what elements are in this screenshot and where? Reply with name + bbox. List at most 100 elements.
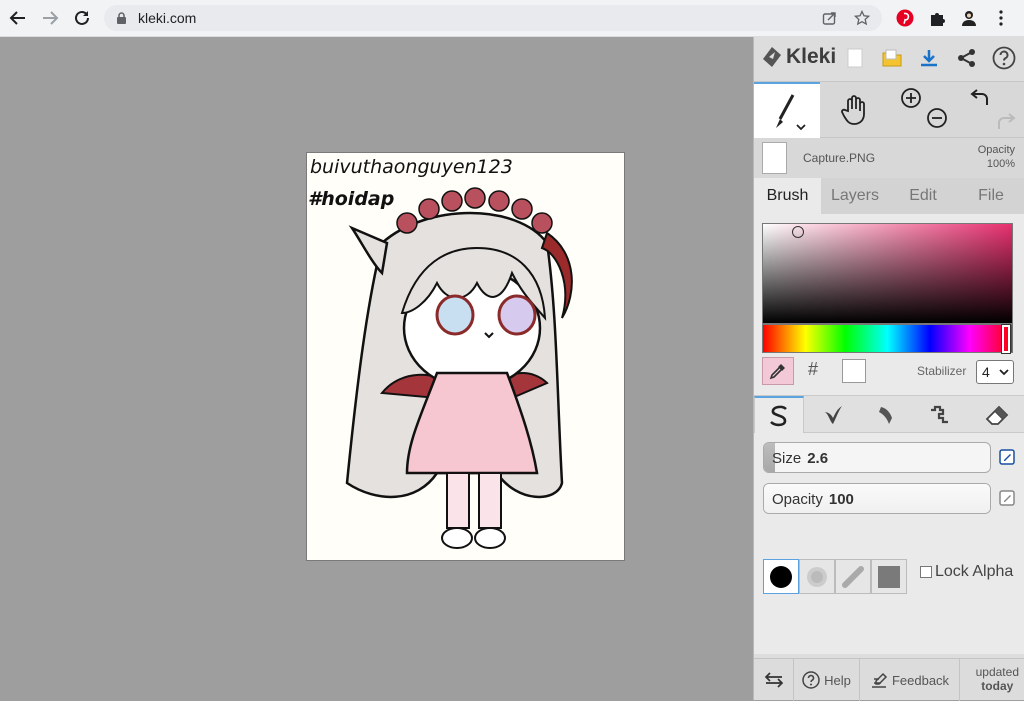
arrow-left-icon <box>9 11 25 25</box>
opacity-pen-pressure-toggle[interactable] <box>998 489 1016 507</box>
handwriting-line1: buivuthaonguyen123 <box>310 156 513 178</box>
zoom-in-icon[interactable] <box>900 87 922 109</box>
layer-preview-row: Capture.PNG Opacity 100% <box>754 138 1024 178</box>
hue-slider[interactable] <box>762 324 1013 354</box>
browser-menu-button[interactable] <box>991 8 1011 28</box>
square-brush-shape[interactable] <box>871 559 907 594</box>
zoom-out-icon[interactable] <box>926 107 948 129</box>
url-text: kleki.com <box>138 10 197 26</box>
hex-input-button[interactable]: # <box>808 359 818 380</box>
open-folder-icon <box>882 49 902 67</box>
eyedropper-button[interactable] <box>762 357 794 385</box>
drawing-canvas[interactable]: buivuthaonguyen123 #hoidap <box>306 152 625 561</box>
share-icon[interactable] <box>822 11 837 26</box>
opacity-value: 100 <box>828 491 854 508</box>
tab-layers[interactable]: Layers <box>821 178 889 214</box>
tab-edit[interactable]: Edit <box>889 178 957 214</box>
star-icon[interactable] <box>854 10 870 26</box>
size-slider[interactable]: Size 2.6 <box>763 442 991 473</box>
opacity-slider-text: Opacity 100 <box>772 491 854 508</box>
pinterest-extension[interactable] <box>895 8 915 28</box>
updated-line2: today <box>981 679 1014 693</box>
arrow-right-icon <box>43 11 59 25</box>
swap-sidebar-button[interactable] <box>754 659 794 701</box>
panel-tabs: Brush Layers Edit File <box>754 178 1024 214</box>
updated-badge[interactable]: updated today <box>976 665 1019 693</box>
layer-opacity-label: Opacity <box>977 144 1015 156</box>
undo-icon[interactable] <box>969 88 991 110</box>
hand-tool-button[interactable] <box>820 82 888 138</box>
size-pen-pressure-toggle[interactable] <box>998 448 1016 466</box>
soft-brush-shape[interactable] <box>799 559 835 594</box>
open-button[interactable] <box>879 45 905 71</box>
extensions-button[interactable] <box>927 8 947 28</box>
tab-brush[interactable]: Brush <box>754 178 821 214</box>
lock-alpha-checkbox[interactable] <box>920 566 932 578</box>
new-image-icon <box>847 48 863 68</box>
profile-button[interactable] <box>959 8 979 28</box>
app-topbar: Kleki <box>754 37 1024 82</box>
swap-arrows-icon <box>764 672 783 688</box>
kebab-menu-icon <box>999 10 1003 26</box>
download-icon <box>921 50 937 67</box>
feedback-button[interactable]: Feedback <box>860 659 960 701</box>
blend-brush-button[interactable] <box>808 396 858 433</box>
stabilizer-label: Stabilizer <box>917 364 967 378</box>
reload-button[interactable] <box>71 7 93 29</box>
layer-filename: Capture.PNG <box>803 151 876 165</box>
sketchy-brush-button[interactable] <box>862 396 912 433</box>
sidebar-footer: Help Feedback updated today <box>754 658 1024 701</box>
help-footer-button[interactable]: Help <box>794 659 860 701</box>
handwriting-line2: #hoidap <box>308 188 394 210</box>
stabilizer-select[interactable]: 4 <box>976 360 1014 384</box>
new-image-button[interactable] <box>842 45 868 71</box>
forward-button[interactable] <box>39 7 61 29</box>
pen-brush-button[interactable] <box>754 396 804 433</box>
pen-pressure-icon <box>999 490 1015 506</box>
pen-brush-icon <box>770 405 787 426</box>
chalk-brush-shape[interactable] <box>835 559 871 594</box>
canvas-workspace[interactable]: buivuthaonguyen123 #hoidap <box>0 37 753 700</box>
address-bar[interactable]: kleki.com <box>104 5 882 31</box>
eyedropper-icon <box>769 364 785 380</box>
layer-thumbnail[interactable] <box>762 142 787 174</box>
brand-name: Kleki <box>786 45 837 68</box>
puzzle-icon <box>930 12 945 26</box>
share-button[interactable] <box>954 45 980 71</box>
pinterest-icon <box>896 9 914 27</box>
round-brush-shape[interactable] <box>763 559 799 594</box>
redo-icon[interactable] <box>995 108 1017 130</box>
tab-file[interactable]: File <box>957 178 1024 214</box>
current-color-swatch[interactable] <box>842 359 866 383</box>
help-label: Help <box>824 672 851 688</box>
saturation-value-picker[interactable] <box>762 223 1013 324</box>
stabilizer-value: 4 <box>982 364 990 380</box>
lock-icon <box>117 12 126 24</box>
color-picker-cursor[interactable] <box>792 226 804 238</box>
undo-redo-buttons <box>959 82 1024 138</box>
feedback-icon <box>871 672 888 688</box>
zoom-buttons <box>892 82 948 138</box>
back-button[interactable] <box>7 7 29 29</box>
brush-type-row <box>754 395 1024 433</box>
updated-line1: updated <box>975 665 1019 679</box>
pixel-brush-icon <box>931 405 948 423</box>
size-value: 2.6 <box>807 450 829 467</box>
feedback-label: Feedback <box>891 672 950 688</box>
tool-row <box>754 82 1024 138</box>
opacity-slider[interactable]: Opacity 100 <box>763 483 991 514</box>
color-row: # Stabilizer 4 <box>754 355 1024 387</box>
eraser-button[interactable] <box>972 396 1022 433</box>
opacity-label: Opacity <box>772 491 823 508</box>
share-icon <box>958 49 975 67</box>
kleki-logo[interactable]: Kleki <box>762 45 836 69</box>
brush-tool-button[interactable] <box>754 82 820 138</box>
lock-alpha-toggle[interactable]: Lock Alpha <box>920 563 1013 581</box>
help-button[interactable] <box>991 45 1017 71</box>
help-icon <box>802 671 820 689</box>
kleki-logo-icon <box>763 47 781 67</box>
pixel-brush-button[interactable] <box>916 396 966 433</box>
blend-brush-icon <box>824 405 842 424</box>
hue-slider-handle[interactable] <box>1001 324 1011 354</box>
download-button[interactable] <box>916 45 942 71</box>
